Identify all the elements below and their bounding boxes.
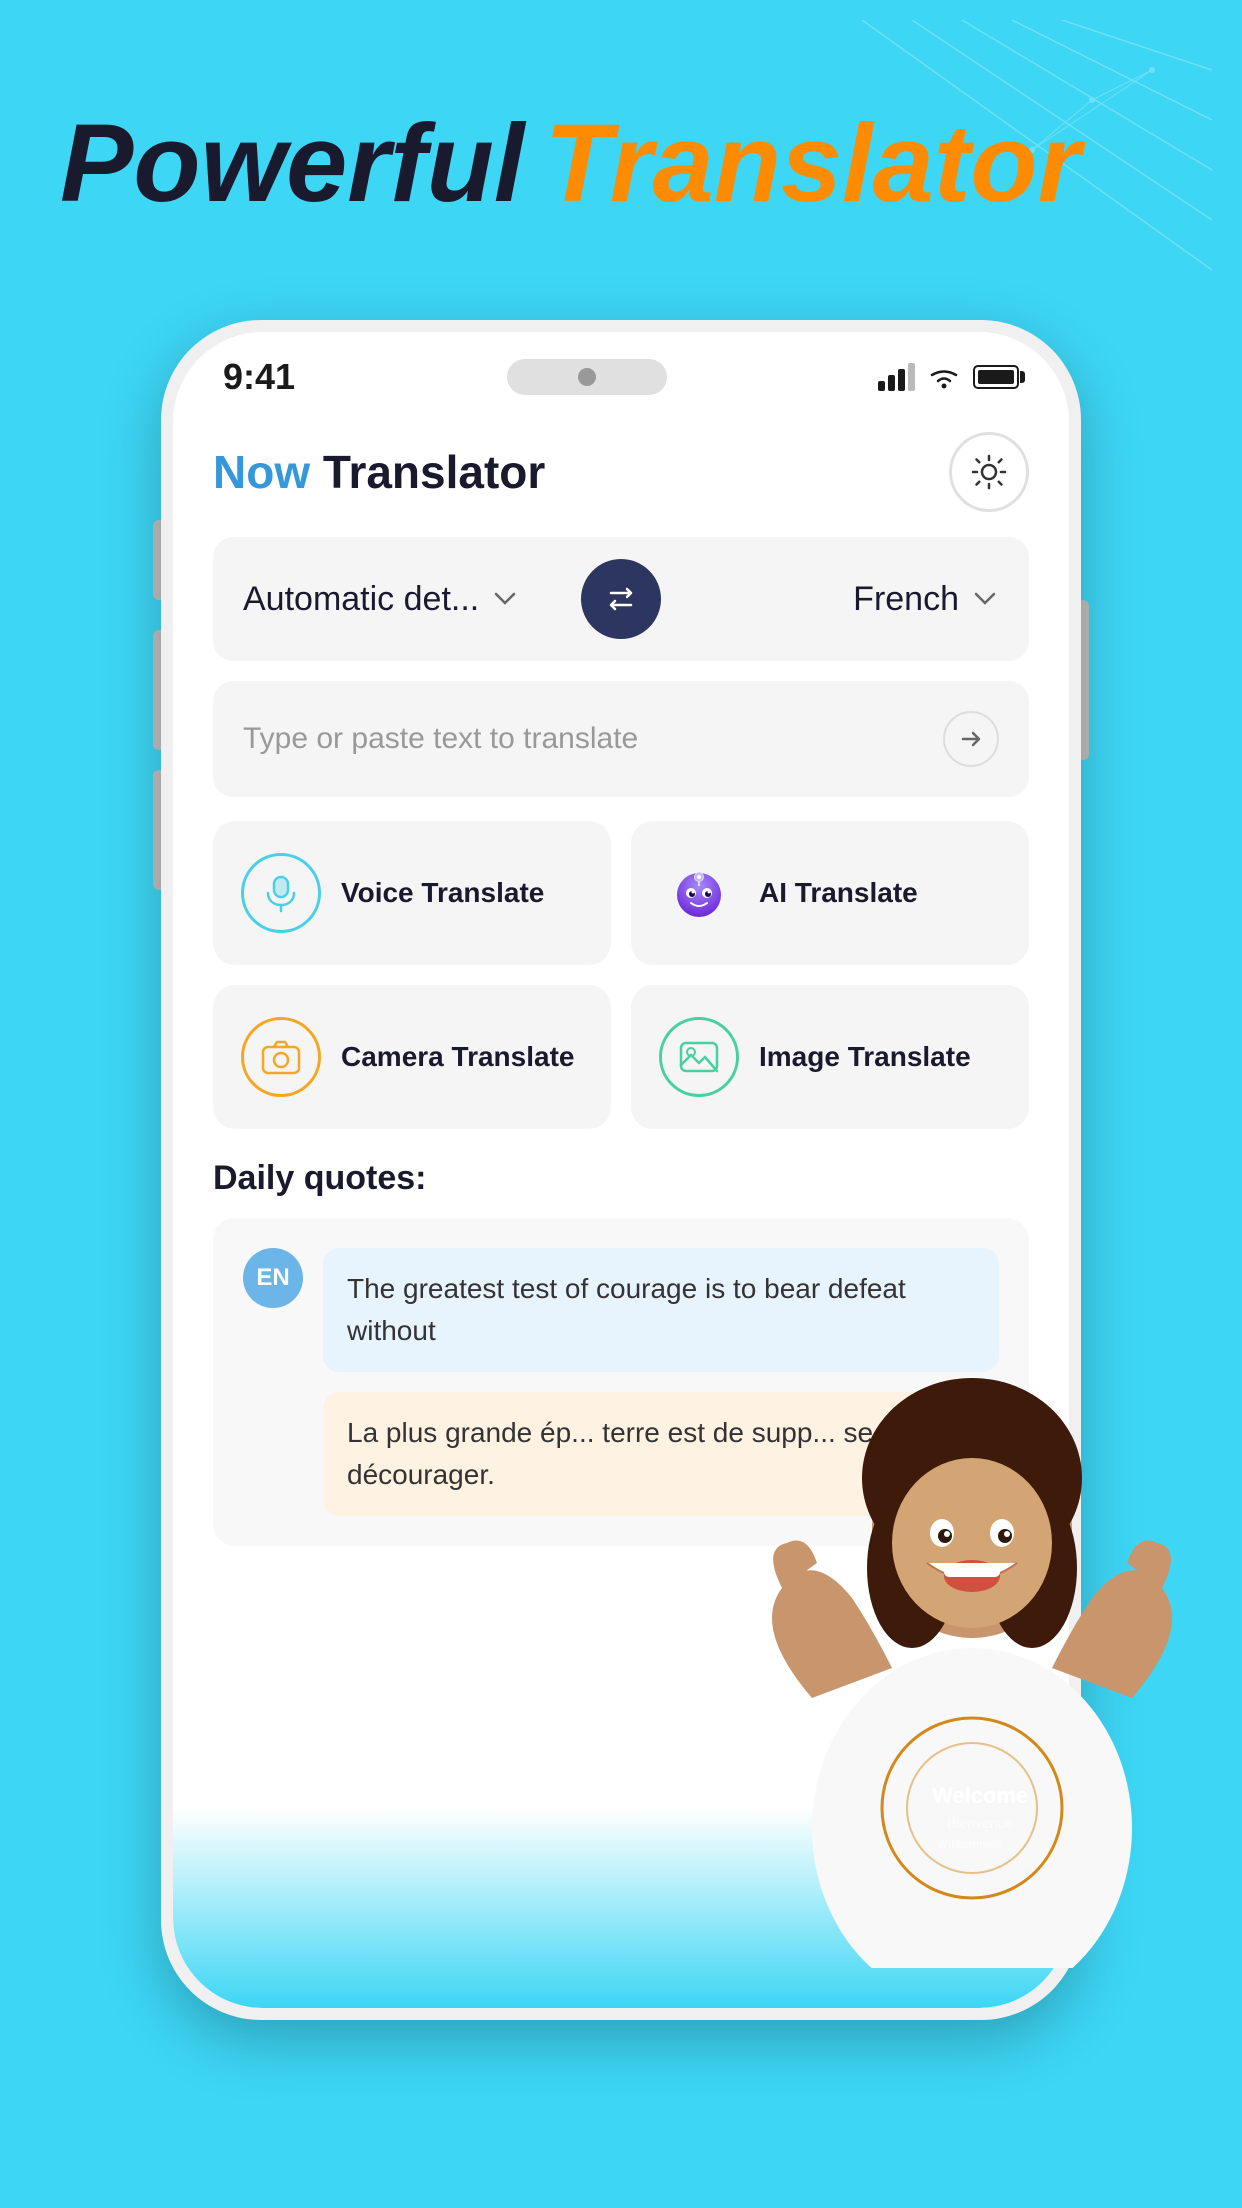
signal-icon <box>878 363 915 391</box>
hero-powerful-text: Powerful <box>60 102 525 225</box>
swap-languages-button[interactable] <box>581 559 661 639</box>
ai-translate-label: AI Translate <box>759 877 918 909</box>
ai-translate-button[interactable]: AI Translate <box>631 821 1029 965</box>
status-notch <box>467 352 707 402</box>
text-input-placeholder: Type or paste text to translate <box>243 722 943 756</box>
camera-icon <box>259 1035 303 1079</box>
text-input-area[interactable]: Type or paste text to translate <box>213 681 1029 797</box>
status-time: 9:41 <box>223 356 295 398</box>
swap-icon <box>599 577 643 621</box>
source-language-option[interactable]: Automatic det... <box>243 580 571 619</box>
svg-text:Bienvenue: Bienvenue <box>947 1815 1013 1831</box>
daily-quotes-title: Daily quotes: <box>213 1159 1029 1198</box>
svg-text:Willkommen: Willkommen <box>937 1837 1002 1851</box>
arrow-right-icon <box>957 725 985 753</box>
microphone-icon <box>259 871 303 915</box>
translate-submit-button[interactable] <box>943 711 999 767</box>
notch-pill <box>507 359 667 395</box>
svg-text:Welcome: Welcome <box>932 1783 1028 1808</box>
camera-dot <box>578 368 596 386</box>
app-content: Now Translator Automatic det... <box>173 412 1069 1129</box>
source-language-text: Automatic det... <box>243 580 479 619</box>
app-title-rest: Translator <box>310 446 545 498</box>
hero-title: PowerfulTranslator <box>60 100 1182 227</box>
camera-translate-icon-wrap <box>241 1017 321 1097</box>
voice-translate-label: Voice Translate <box>341 877 544 909</box>
feature-grid: Voice Translate <box>213 821 1029 1129</box>
hero-translator-text: Translator <box>545 102 1081 225</box>
app-title-now: Now <box>213 446 310 498</box>
settings-button[interactable] <box>949 432 1029 512</box>
camera-translate-label: Camera Translate <box>341 1041 574 1073</box>
app-header: Now Translator <box>213 412 1029 537</box>
source-language-dropdown-icon <box>491 585 519 613</box>
status-icons <box>878 363 1019 391</box>
battery-fill <box>978 370 1014 384</box>
voice-translate-icon-wrap <box>241 853 321 933</box>
image-translate-label: Image Translate <box>759 1041 971 1073</box>
image-translate-icon-wrap <box>659 1017 739 1097</box>
ai-translate-icon-wrap <box>659 853 739 933</box>
battery-icon <box>973 365 1019 389</box>
image-icon <box>677 1035 721 1079</box>
status-bar: 9:41 <box>173 332 1069 412</box>
camera-translate-button[interactable]: Camera Translate <box>213 985 611 1129</box>
target-language-dropdown-icon <box>971 585 999 613</box>
target-language-text: French <box>853 580 959 619</box>
language-selector[interactable]: Automatic det... <box>213 537 1029 661</box>
target-language-option[interactable]: French <box>671 580 999 619</box>
image-translate-button[interactable]: Image Translate <box>631 985 1029 1129</box>
app-title: Now Translator <box>213 445 545 499</box>
settings-icon <box>969 452 1009 492</box>
person-image: Welcome Bienvenue Willkommen <box>732 1348 1212 1968</box>
voice-translate-button[interactable]: Voice Translate <box>213 821 611 965</box>
language-badge-en: EN <box>243 1248 303 1308</box>
wifi-icon <box>927 364 961 390</box>
ai-robot-icon <box>669 863 729 923</box>
